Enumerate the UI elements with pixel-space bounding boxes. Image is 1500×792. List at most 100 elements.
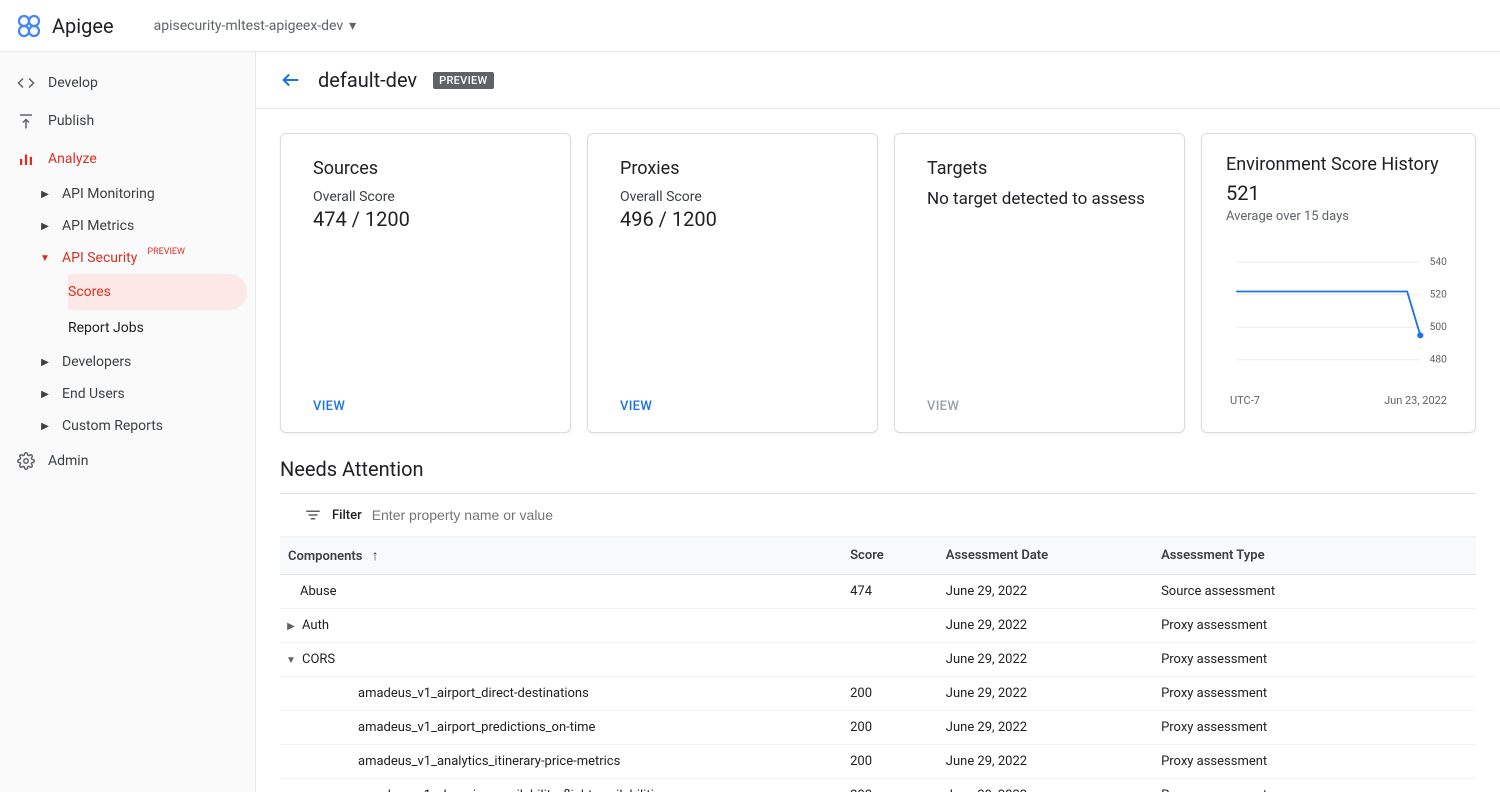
history-chart: 480500520540 — [1226, 240, 1451, 390]
cell-date: June 29, 2022 — [938, 677, 1153, 711]
nav-end-users[interactable]: ▶ End Users — [36, 378, 255, 410]
filter-bar: Filter — [280, 493, 1476, 537]
card-title: Targets — [927, 158, 1152, 179]
table-row[interactable]: amadeus_v1_airport_direct-destinations 20… — [280, 677, 1476, 711]
card-message: No target detected to assess — [927, 189, 1152, 209]
cell-date: June 29, 2022 — [938, 779, 1153, 792]
nav-develop[interactable]: Develop — [0, 64, 255, 102]
chevron-right-icon: ▶ — [36, 357, 54, 368]
filter-icon[interactable] — [304, 506, 322, 524]
dropdown-icon: ▾ — [349, 18, 356, 34]
chevron-right-icon: ▶ — [36, 221, 54, 232]
top-header: Apigee apisecurity-mltest-apigeex-dev ▾ — [0, 0, 1500, 52]
cell-date: June 29, 2022 — [938, 745, 1153, 779]
component-name: amadeus_v1_analytics_itinerary-price-met… — [358, 754, 620, 769]
component-name: amadeus_v1_airport_predictions_on-time — [358, 720, 595, 735]
chevron-down-icon[interactable]: ▼ — [284, 655, 298, 666]
view-button[interactable]: VIEW — [620, 399, 652, 414]
nav-api-security[interactable]: ▼ API Security PREVIEW — [36, 242, 255, 274]
nav-label: Develop — [48, 75, 98, 91]
chevron-right-icon: ▶ — [36, 421, 54, 432]
nav-label: Admin — [48, 453, 88, 469]
chevron-right-icon: ▶ — [36, 189, 54, 200]
table-row[interactable]: amadeus_v1_shopping_availability_flight-… — [280, 779, 1476, 792]
cell-score: 200 — [842, 779, 938, 792]
analytics-icon — [16, 150, 36, 168]
cell-type: Proxy assessment — [1153, 643, 1476, 677]
nav-publish[interactable]: Publish — [0, 102, 255, 140]
nav-scores[interactable]: Scores — [68, 274, 247, 310]
chevron-down-icon: ▼ — [36, 253, 54, 264]
filter-input[interactable] — [372, 507, 1452, 523]
page-header: default-dev PREVIEW — [256, 52, 1500, 109]
svg-text:540: 540 — [1430, 257, 1448, 268]
component-name: Auth — [302, 618, 329, 633]
nav-label: API Security — [62, 250, 137, 266]
nav-developers[interactable]: ▶ Developers — [36, 346, 255, 378]
nav-label: API Metrics — [62, 218, 134, 234]
nav-label: Analyze — [48, 151, 97, 167]
table-row[interactable]: ▶AuthJune 29, 2022Proxy assessment — [280, 609, 1476, 643]
history-score: 521 — [1226, 181, 1451, 205]
cell-score: 200 — [842, 745, 938, 779]
preview-tag: PREVIEW — [147, 247, 185, 257]
component-name: amadeus_v1_airport_direct-destinations — [358, 686, 589, 701]
table-row[interactable]: Abuse474June 29, 2022Source assessment — [280, 575, 1476, 609]
cell-type: Proxy assessment — [1153, 711, 1476, 745]
table-row[interactable]: ▼CORSJune 29, 2022Proxy assessment — [280, 643, 1476, 677]
cell-score — [842, 643, 938, 677]
card-title: Proxies — [620, 158, 845, 179]
chevron-right-icon[interactable]: ▶ — [284, 621, 298, 632]
col-date[interactable]: Assessment Date — [938, 537, 1153, 575]
nav-label: Custom Reports — [62, 418, 163, 434]
needs-attention-title: Needs Attention — [256, 457, 1500, 493]
col-type[interactable]: Assessment Type — [1153, 537, 1476, 575]
main-content: default-dev PREVIEW Sources Overall Scor… — [256, 52, 1500, 792]
history-subtitle: Average over 15 days — [1226, 209, 1451, 224]
nav-report-jobs[interactable]: Report Jobs — [68, 310, 255, 346]
nav-api-metrics[interactable]: ▶ API Metrics — [36, 210, 255, 242]
col-components[interactable]: Components ↑ — [280, 537, 842, 575]
sort-ascending-icon: ↑ — [372, 548, 379, 564]
cell-type: Proxy assessment — [1153, 745, 1476, 779]
cell-score: 200 — [842, 677, 938, 711]
card-subtitle: Overall Score — [313, 189, 538, 205]
cell-score — [842, 609, 938, 643]
publish-icon — [16, 112, 36, 130]
svg-text:500: 500 — [1430, 322, 1448, 333]
cell-type: Proxy assessment — [1153, 677, 1476, 711]
cell-score: 474 — [842, 575, 938, 609]
proxies-card: Proxies Overall Score 496 / 1200 VIEW — [587, 133, 878, 433]
nav-api-monitoring[interactable]: ▶ API Monitoring — [36, 178, 255, 210]
table-row[interactable]: amadeus_v1_airport_predictions_on-time 20… — [280, 711, 1476, 745]
nav-label: Developers — [62, 354, 131, 370]
sidebar: Develop Publish Analyze ▶ API Monitoring… — [0, 52, 256, 792]
apigee-logo-icon — [16, 13, 42, 39]
project-selector[interactable]: apisecurity-mltest-apigeex-dev ▾ — [154, 18, 357, 34]
cell-score: 200 — [842, 711, 938, 745]
col-score[interactable]: Score — [842, 537, 938, 575]
back-button[interactable] — [280, 69, 302, 91]
project-name: apisecurity-mltest-apigeex-dev — [154, 18, 344, 34]
card-score: 474 / 1200 — [313, 207, 538, 231]
cell-date: June 29, 2022 — [938, 609, 1153, 643]
nav-analyze[interactable]: Analyze — [0, 140, 255, 178]
filter-label: Filter — [332, 508, 362, 523]
nav-label: Publish — [48, 113, 94, 129]
page-title: default-dev — [318, 68, 417, 92]
sources-card: Sources Overall Score 474 / 1200 VIEW — [280, 133, 571, 433]
gear-icon — [16, 452, 36, 470]
nav-custom-reports[interactable]: ▶ Custom Reports — [36, 410, 255, 442]
preview-chip: PREVIEW — [433, 72, 493, 89]
component-name: amadeus_v1_shopping_availability_flight-… — [358, 788, 667, 792]
cell-type: Proxy assessment — [1153, 779, 1476, 792]
nav-admin[interactable]: Admin — [0, 442, 255, 480]
cell-date: June 29, 2022 — [938, 643, 1153, 677]
view-button[interactable]: VIEW — [313, 399, 345, 414]
svg-text:480: 480 — [1430, 355, 1448, 366]
table-row[interactable]: amadeus_v1_analytics_itinerary-price-met… — [280, 745, 1476, 779]
product-logo: Apigee — [16, 13, 114, 39]
targets-card: Targets No target detected to assess VIE… — [894, 133, 1185, 433]
chart-tz: UTC-7 — [1230, 394, 1260, 407]
component-name: Abuse — [300, 584, 337, 599]
